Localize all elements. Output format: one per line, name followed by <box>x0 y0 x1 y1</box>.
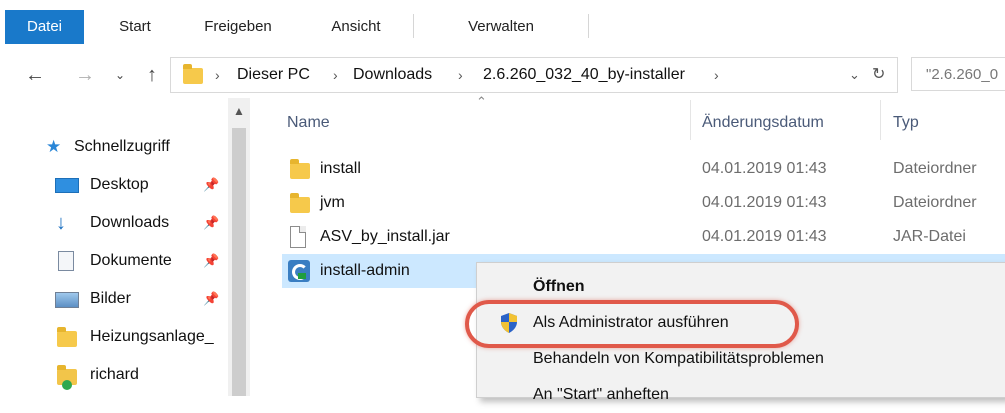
scrollbar-thumb[interactable] <box>232 128 246 396</box>
breadcrumb-chevron-icon[interactable]: › <box>714 58 719 92</box>
address-box[interactable]: › Dieser PC › Downloads › 2.6.260_032_40… <box>170 57 898 93</box>
menu-item-pin-to-start[interactable]: An "Start" anheften <box>477 377 1005 413</box>
file-type: Dateiordner <box>893 194 977 211</box>
recent-locations-chevron-icon[interactable]: ⌄ <box>110 55 130 95</box>
column-separator[interactable] <box>880 100 881 140</box>
star-icon: ★ <box>46 137 62 156</box>
file-name: jvm <box>320 194 345 211</box>
breadcrumb-chevron-icon[interactable]: › <box>458 58 463 92</box>
file-row[interactable]: install 04.01.2019 01:43 Dateiordner <box>282 152 1005 186</box>
sidebar-item-label: Dokumente <box>90 252 172 269</box>
forward-arrow-icon[interactable]: → <box>70 55 100 95</box>
breadcrumb-chevron-icon[interactable]: › <box>333 58 338 92</box>
breadcrumb-current-folder[interactable]: 2.6.260_032_40_by-installer <box>483 58 685 92</box>
scroll-up-arrow-icon[interactable]: ▲ <box>228 104 250 118</box>
breadcrumb-downloads[interactable]: Downloads <box>353 58 432 92</box>
tab-ansicht[interactable]: Ansicht <box>311 10 401 44</box>
ribbon-separator <box>413 14 414 38</box>
back-arrow-icon[interactable]: ← <box>20 55 50 95</box>
sidebar-item-label: Downloads <box>90 214 170 231</box>
navigation-pane-scrollbar[interactable]: ▲ <box>228 98 250 396</box>
user-badge-icon <box>62 380 72 390</box>
file-date: 04.01.2019 01:43 <box>702 194 827 211</box>
file-date: 04.01.2019 01:43 <box>702 160 827 177</box>
folder-icon <box>290 193 310 213</box>
tab-start[interactable]: Start <box>100 10 170 44</box>
download-arrow-icon: ↓ <box>56 212 66 234</box>
pin-icon[interactable]: 📌 <box>203 206 219 240</box>
pin-icon[interactable]: 📌 <box>203 244 219 278</box>
ribbon-separator <box>588 14 589 38</box>
desktop-icon <box>55 178 79 193</box>
navigation-bar: ← → ⌄ ↑ › Dieser PC › Downloads › 2.6.26… <box>0 55 1005 95</box>
column-header-date[interactable]: Änderungsdatum <box>702 105 824 141</box>
file-type: Dateiordner <box>893 160 977 177</box>
document-icon <box>58 251 74 271</box>
refresh-icon[interactable]: ↻ <box>872 58 885 92</box>
ribbon: Datei Start Freigeben Ansicht Verwalten <box>0 0 1005 46</box>
menu-item-label: An "Start" anheften <box>533 386 669 403</box>
sidebar-item-label: Heizungsanlage_ <box>90 328 214 345</box>
navigation-pane: ★ Schnellzugriff Desktop 📌 ↓ Downloads 📌… <box>0 98 228 396</box>
pin-icon[interactable]: 📌 <box>203 168 219 202</box>
pin-icon[interactable]: 📌 <box>203 282 219 316</box>
tab-verwalten[interactable]: Verwalten <box>450 10 552 44</box>
file-type: JAR-Datei <box>893 228 966 245</box>
tab-freigeben[interactable]: Freigeben <box>188 10 288 44</box>
sidebar-item-label: Bilder <box>90 290 131 307</box>
file-date: 04.01.2019 01:43 <box>702 228 827 245</box>
sidebar-item-label: Desktop <box>90 176 149 193</box>
script-icon <box>288 260 310 282</box>
breadcrumb-this-pc[interactable]: Dieser PC <box>237 58 310 92</box>
sidebar-item-label: richard <box>90 366 139 383</box>
file-icon <box>290 226 306 248</box>
file-name: install-admin <box>320 262 410 279</box>
up-arrow-icon[interactable]: ↑ <box>138 55 166 95</box>
tab-datei[interactable]: Datei <box>5 10 84 44</box>
folder-icon <box>183 64 203 84</box>
column-separator[interactable] <box>690 100 691 140</box>
address-history-chevron-icon[interactable]: ⌄ <box>849 58 860 92</box>
sort-ascending-caret-icon: ⌃ <box>476 94 487 109</box>
folder-icon <box>290 159 310 179</box>
highlight-ring-annotation <box>465 300 799 348</box>
column-header-name[interactable]: Name <box>287 105 330 141</box>
breadcrumb-chevron-icon[interactable]: › <box>215 58 220 92</box>
file-row[interactable]: jvm 04.01.2019 01:43 Dateiordner <box>282 186 1005 220</box>
file-row[interactable]: ASV_by_install.jar 04.01.2019 01:43 JAR-… <box>282 220 1005 254</box>
search-input[interactable]: "2.6.260_0 <box>911 57 1005 91</box>
column-header-type[interactable]: Typ <box>893 105 919 141</box>
file-name: ASV_by_install.jar <box>320 228 450 245</box>
pictures-icon <box>55 292 79 308</box>
file-name: install <box>320 160 361 177</box>
sidebar-item-label: Schnellzugriff <box>74 138 170 155</box>
folder-icon <box>57 327 77 347</box>
